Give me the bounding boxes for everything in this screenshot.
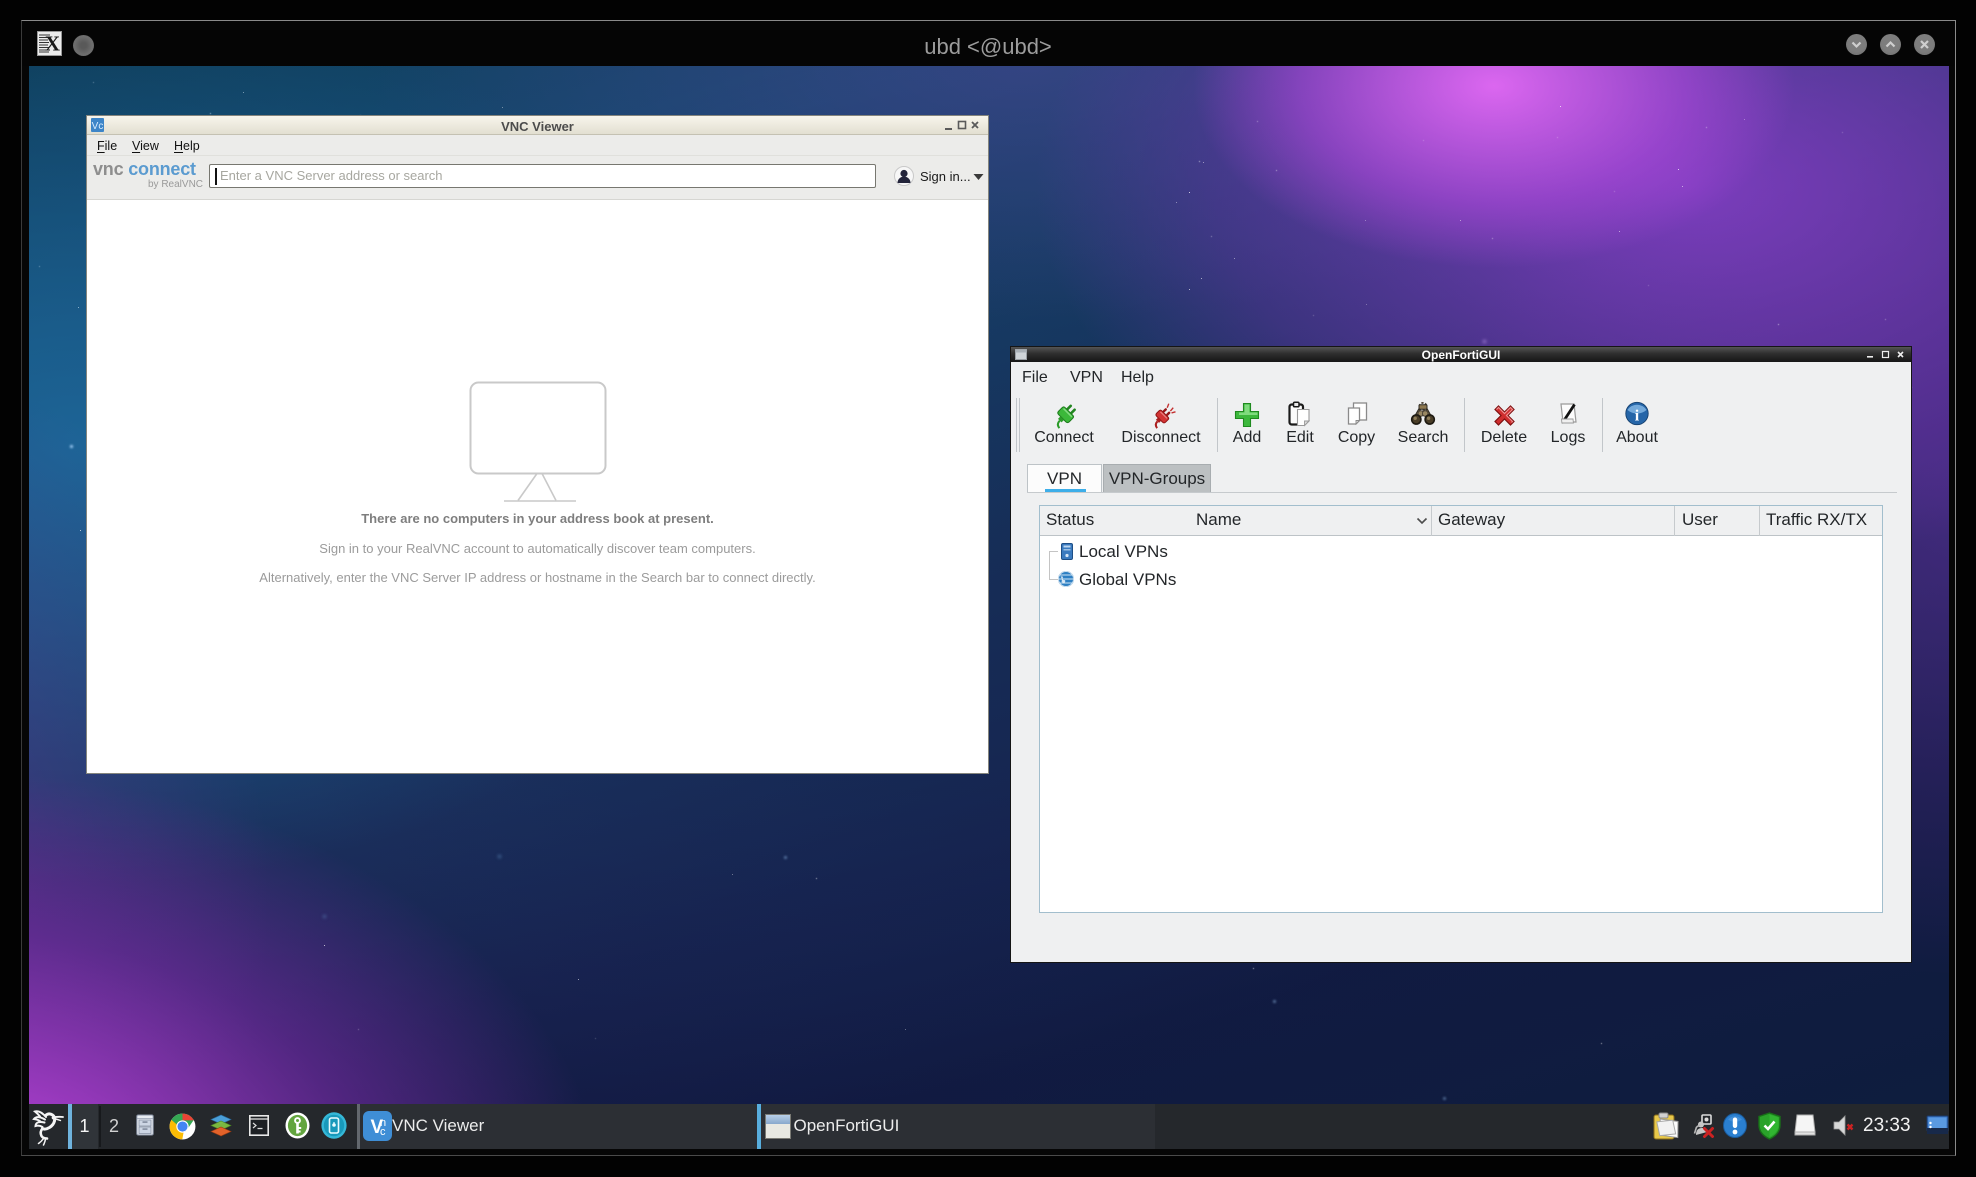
svg-text:i: i [1635, 408, 1640, 425]
svg-text:X: X [45, 32, 60, 56]
svg-text:c: c [380, 1126, 386, 1138]
